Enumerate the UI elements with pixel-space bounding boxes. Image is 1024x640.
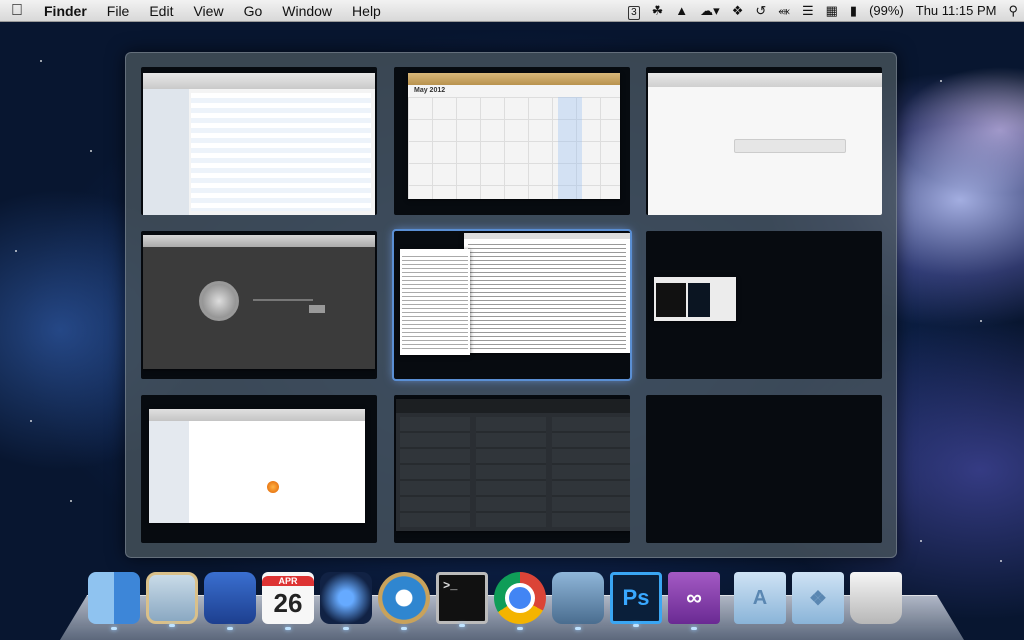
xcode-icon[interactable] — [204, 572, 256, 630]
photoshop-icon[interactable]: Ps — [610, 572, 662, 627]
applications-folder-icon[interactable]: A — [734, 572, 786, 624]
clock[interactable]: Thu 11:15 PM — [910, 0, 1003, 22]
mission-control-panel: May 2012 — [125, 52, 897, 558]
calendar-icon[interactable]: APR 26 — [262, 572, 314, 630]
dropbox-icon[interactable]: ❖ — [726, 0, 750, 22]
terminal-icon[interactable]: >_ — [436, 572, 488, 627]
color-picker-window[interactable] — [646, 231, 882, 379]
menu-edit[interactable]: Edit — [139, 0, 183, 22]
visual-studio-icon[interactable]: ∞ — [668, 572, 720, 630]
menu-bar:  Finder File Edit View Go Window Help 3… — [0, 0, 1024, 22]
finder-window[interactable] — [141, 395, 377, 543]
mail-icon[interactable] — [146, 572, 198, 627]
apple-menu-icon[interactable]:  — [0, 2, 34, 20]
cloud-icon[interactable]: ☁▾ — [694, 0, 726, 22]
windows-folder-icon[interactable]: ❖ — [792, 572, 844, 624]
input-menu-icon[interactable]: ▦ — [820, 0, 844, 22]
web-app-window[interactable] — [646, 67, 882, 215]
itunes-window[interactable] — [141, 67, 377, 215]
calendar-month-label: May 2012 — [414, 87, 446, 94]
spotlight-icon[interactable]: ⚲ — [1002, 0, 1024, 22]
wifi-icon[interactable]: ☰ — [796, 0, 820, 22]
1password-window[interactable] — [141, 231, 377, 379]
app-menu[interactable]: Finder — [34, 0, 97, 22]
terminal-window[interactable] — [392, 229, 632, 381]
menu-window[interactable]: Window — [272, 0, 342, 22]
menu-go[interactable]: Go — [234, 0, 273, 22]
tweetdeck-window[interactable] — [394, 395, 630, 543]
status-menus: 3 ☘ ▲ ☁▾ ❖ ↺ ⬽ ☰ ▦ ▮ (99%) Thu 11:15 PM … — [622, 0, 1024, 22]
photoshop-label: Ps — [622, 585, 650, 610]
safari-icon[interactable] — [378, 572, 430, 630]
chrome-icon[interactable] — [494, 572, 546, 630]
facetime-icon[interactable] — [320, 572, 372, 630]
preview-icon[interactable] — [552, 572, 604, 630]
calendar-month: APR — [262, 576, 314, 586]
battery-percentage[interactable]: (99%) — [863, 0, 910, 22]
calendar-window[interactable]: May 2012 — [394, 67, 630, 215]
bluetooth-icon[interactable]: ⬽ — [772, 0, 796, 22]
evernote-icon[interactable]: ☘ — [646, 0, 670, 22]
trash-icon[interactable] — [850, 572, 902, 624]
dock: APR 26 >_ Ps ∞ A ❖ — [88, 566, 948, 630]
calendar-day: 26 — [273, 588, 303, 618]
menu-file[interactable]: File — [97, 0, 140, 22]
empty-space — [646, 395, 882, 543]
finder-icon[interactable] — [88, 572, 140, 630]
menu-view[interactable]: View — [183, 0, 233, 22]
spaces-indicator[interactable]: 3 — [622, 0, 646, 22]
time-machine-icon[interactable]: ↺ — [749, 0, 772, 22]
menu-help[interactable]: Help — [342, 0, 391, 22]
battery-icon[interactable]: ▮ — [844, 0, 863, 22]
google-drive-icon[interactable]: ▲ — [669, 0, 694, 22]
